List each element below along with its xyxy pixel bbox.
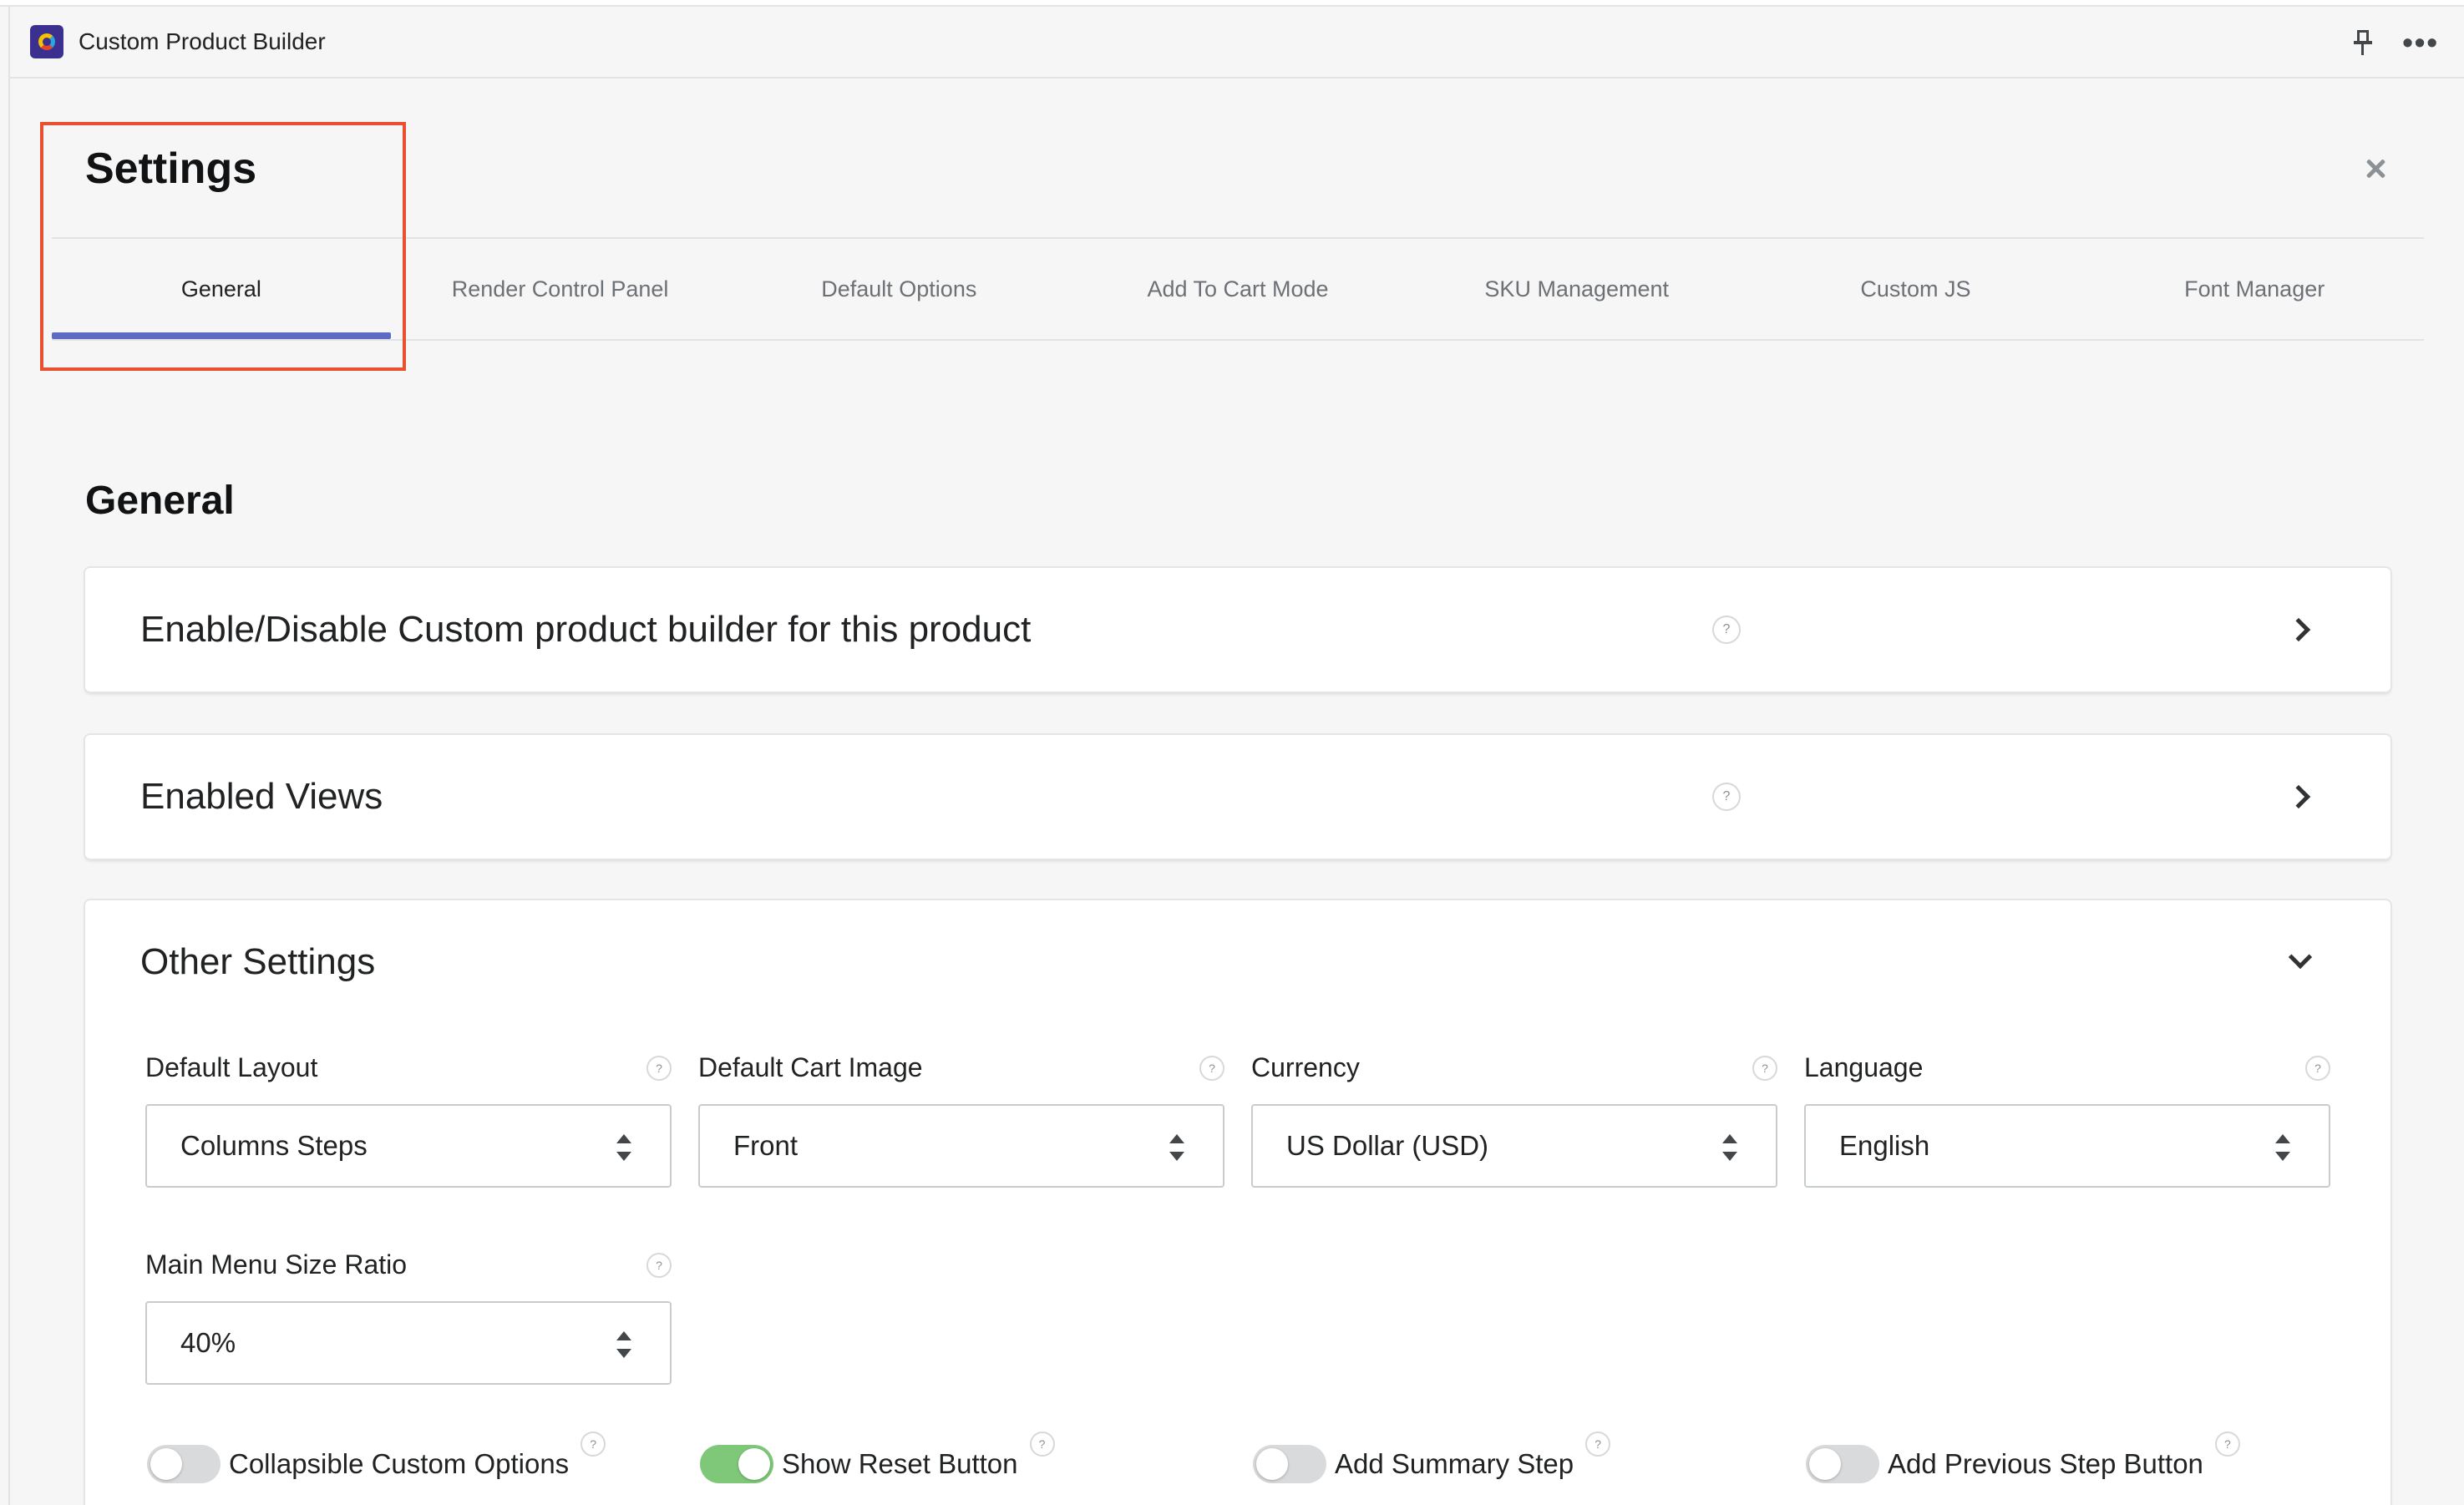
main-menu-size-ratio-select[interactable]: 40% bbox=[145, 1301, 672, 1385]
language-select[interactable]: English bbox=[1804, 1104, 2330, 1188]
tab-render-control-panel[interactable]: Render Control Panel bbox=[391, 239, 730, 339]
window-top-edge bbox=[0, 0, 2464, 7]
app-title: Custom Product Builder bbox=[79, 28, 326, 54]
collapsible-custom-options-toggle[interactable] bbox=[147, 1445, 221, 1483]
add-previous-step-button-row: Add Previous Step Button ? bbox=[1806, 1432, 2240, 1483]
tab-sku-management[interactable]: SKU Management bbox=[1407, 239, 1747, 339]
show-reset-button-row: Show Reset Button ? bbox=[700, 1432, 1055, 1483]
app-header: Custom Product Builder ••• bbox=[10, 7, 2464, 79]
field-label: Language bbox=[1804, 1052, 1924, 1082]
add-summary-step-row: Add Summary Step ? bbox=[1253, 1432, 1611, 1483]
select-arrows-icon bbox=[2275, 1134, 2290, 1161]
window-left-edge bbox=[8, 7, 10, 1505]
section-title: Other Settings bbox=[140, 941, 376, 982]
chevron-down-icon bbox=[2288, 945, 2313, 970]
select-value: 40% bbox=[180, 1327, 236, 1358]
help-icon[interactable]: ? bbox=[1585, 1432, 1611, 1457]
help-icon[interactable]: ? bbox=[2214, 1432, 2240, 1457]
tab-general[interactable]: General bbox=[52, 239, 391, 339]
help-icon[interactable]: ? bbox=[1712, 616, 1741, 644]
chevron-right-icon bbox=[2286, 617, 2311, 642]
help-icon[interactable]: ? bbox=[646, 1056, 672, 1081]
chevron-right-icon bbox=[2286, 784, 2311, 809]
show-reset-button-toggle[interactable] bbox=[700, 1445, 773, 1483]
general-section-title: General bbox=[85, 479, 235, 523]
enabled-views-section: Enabled Views ? bbox=[85, 735, 2390, 859]
collapsible-custom-options-row: Collapsible Custom Options ? bbox=[147, 1432, 606, 1483]
tabs-divider-bottom bbox=[52, 339, 2424, 341]
help-icon[interactable]: ? bbox=[2305, 1056, 2330, 1081]
tab-default-options[interactable]: Default Options bbox=[729, 239, 1068, 339]
tab-font-manager[interactable]: Font Manager bbox=[2085, 239, 2424, 339]
enabled-views-section-header[interactable]: Enabled Views ? bbox=[85, 735, 2390, 859]
close-icon[interactable] bbox=[2362, 155, 2389, 182]
field-label: Default Layout bbox=[145, 1052, 318, 1082]
toggle-label: Add Summary Step bbox=[1335, 1448, 1574, 1479]
field-label: Default Cart Image bbox=[698, 1052, 923, 1082]
toggle-label: Collapsible Custom Options bbox=[229, 1448, 570, 1479]
select-arrows-icon bbox=[616, 1134, 631, 1161]
default-cart-image-select[interactable]: Front bbox=[698, 1104, 1224, 1188]
more-options-icon[interactable]: ••• bbox=[2402, 28, 2439, 58]
app-logo-icon bbox=[30, 25, 63, 58]
pin-icon[interactable] bbox=[2352, 28, 2374, 57]
select-arrows-icon bbox=[616, 1331, 631, 1358]
currency-field: Currency ? US Dollar (USD) bbox=[1251, 1052, 1777, 1194]
section-title: Enabled Views bbox=[140, 776, 383, 817]
header-actions: ••• bbox=[2352, 7, 2439, 79]
select-value: English bbox=[1839, 1130, 1930, 1161]
add-previous-step-button-toggle[interactable] bbox=[1806, 1445, 1879, 1483]
enable-disable-section-header[interactable]: Enable/Disable Custom product builder fo… bbox=[85, 568, 2390, 692]
help-icon[interactable]: ? bbox=[1712, 783, 1741, 811]
language-field: Language ? English bbox=[1804, 1052, 2330, 1194]
select-value: US Dollar (USD) bbox=[1286, 1130, 1489, 1161]
toggle-label: Show Reset Button bbox=[782, 1448, 1018, 1479]
select-value: Front bbox=[733, 1130, 799, 1161]
tab-custom-js[interactable]: Custom JS bbox=[1747, 239, 2086, 339]
help-icon[interactable]: ? bbox=[646, 1253, 672, 1278]
help-icon[interactable]: ? bbox=[1752, 1056, 1777, 1081]
select-value: Columns Steps bbox=[180, 1130, 368, 1161]
other-settings-section: Other Settings Default Layout ? Columns … bbox=[85, 900, 2390, 1505]
settings-tabs: General Render Control Panel Default Opt… bbox=[52, 239, 2424, 339]
field-label: Main Menu Size Ratio bbox=[145, 1249, 408, 1280]
tab-add-to-cart-mode[interactable]: Add To Cart Mode bbox=[1068, 239, 1407, 339]
help-icon[interactable]: ? bbox=[1029, 1432, 1055, 1457]
currency-select[interactable]: US Dollar (USD) bbox=[1251, 1104, 1777, 1188]
default-cart-image-field: Default Cart Image ? Front bbox=[698, 1052, 1224, 1194]
default-layout-select[interactable]: Columns Steps bbox=[145, 1104, 672, 1188]
add-summary-step-toggle[interactable] bbox=[1253, 1445, 1326, 1483]
default-layout-field: Default Layout ? Columns Steps bbox=[145, 1052, 672, 1194]
help-icon[interactable]: ? bbox=[581, 1432, 606, 1457]
section-title: Enable/Disable Custom product builder fo… bbox=[140, 609, 1032, 650]
select-arrows-icon bbox=[1169, 1134, 1184, 1161]
main-menu-size-ratio-field: Main Menu Size Ratio ? 40% bbox=[145, 1249, 672, 1391]
field-label: Currency bbox=[1251, 1052, 1360, 1082]
toggle-label: Add Previous Step Button bbox=[1888, 1448, 2203, 1479]
select-arrows-icon bbox=[1722, 1134, 1737, 1161]
enable-disable-section: Enable/Disable Custom product builder fo… bbox=[85, 568, 2390, 692]
help-icon[interactable]: ? bbox=[1199, 1056, 1224, 1081]
settings-title: Settings bbox=[85, 144, 257, 193]
other-settings-section-header[interactable]: Other Settings bbox=[85, 900, 2390, 1024]
